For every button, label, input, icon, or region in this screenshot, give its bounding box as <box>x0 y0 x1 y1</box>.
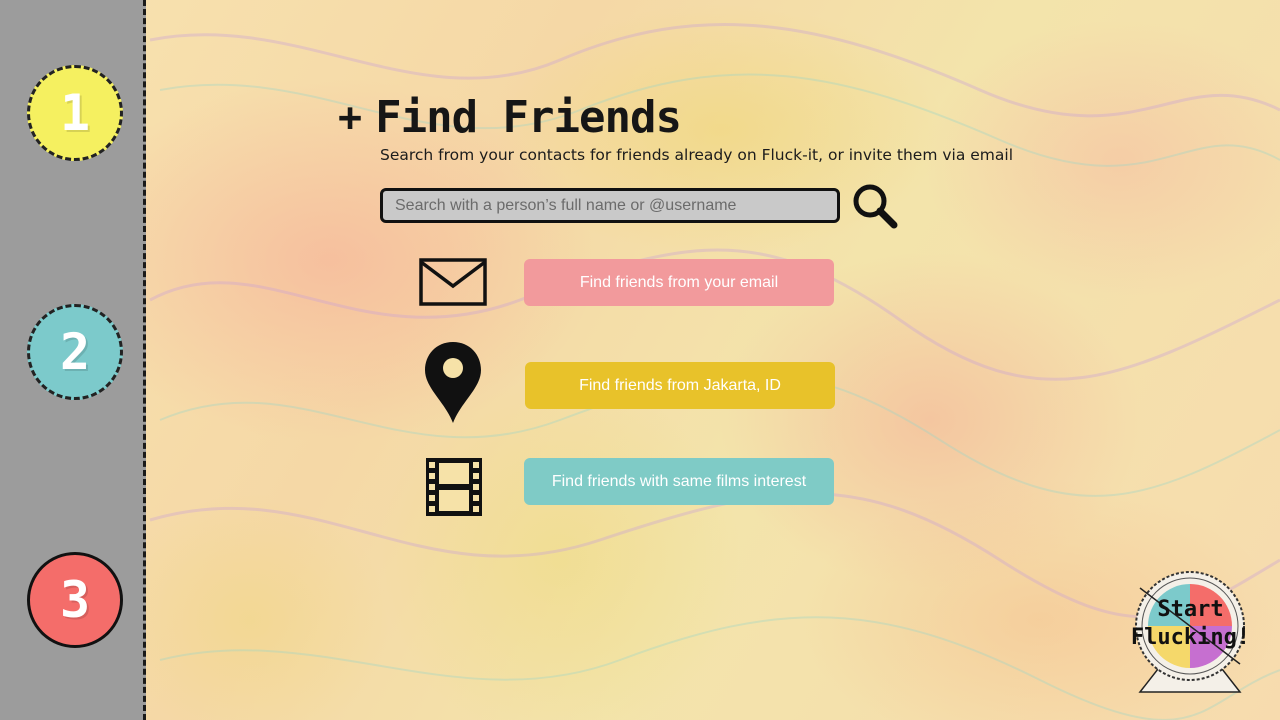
plus-icon: + <box>338 94 362 141</box>
steps-sidebar: 1 2 3 <box>0 0 146 720</box>
map-pin-icon <box>425 342 481 423</box>
film-strip-icon <box>426 458 482 516</box>
step-3-indicator[interactable]: 3 <box>27 552 123 648</box>
step-1-indicator[interactable]: 1 <box>27 65 123 161</box>
envelope-icon <box>419 258 487 306</box>
page-title: + Find Friends <box>338 92 682 143</box>
start-flucking-label[interactable]: Start Flucking! <box>1108 596 1273 652</box>
start-label-line2: Flucking! <box>1130 625 1251 650</box>
step-2-indicator[interactable]: 2 <box>27 304 123 400</box>
search-input[interactable] <box>383 191 837 220</box>
page-title-text: Find Friends <box>375 92 682 143</box>
find-friends-email-button[interactable]: Find friends from your email <box>524 259 834 306</box>
find-friends-location-button[interactable]: Find friends from Jakarta, ID <box>525 362 835 409</box>
magnifier-icon[interactable] <box>851 182 899 230</box>
page-subtitle: Search from your contacts for friends al… <box>380 146 1014 164</box>
find-friends-films-button[interactable]: Find friends with same films interest <box>524 458 834 505</box>
search-box <box>380 188 840 223</box>
start-label-line1: Start <box>1157 597 1224 622</box>
